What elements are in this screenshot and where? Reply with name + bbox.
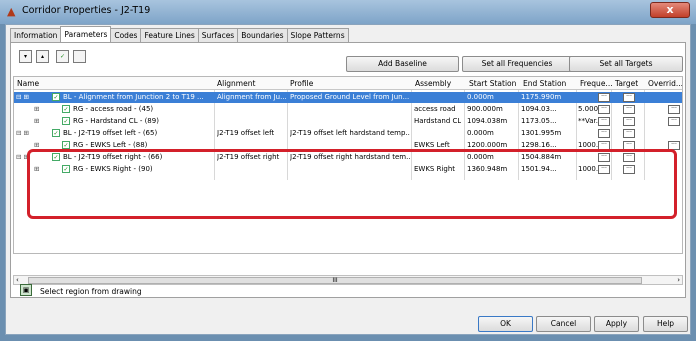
tree-node-icon[interactable]: ⊟ ⊞ xyxy=(16,93,29,101)
target-edit-button[interactable]: ··· xyxy=(623,117,635,126)
cell-end-station: 1094.03... xyxy=(521,105,557,113)
cell-name: BL - J2-T19 offset left - (65) xyxy=(63,129,158,137)
cell-end-station: 1175.990m xyxy=(521,93,562,101)
grid-header: Name Alignment Profile Assembly Start St… xyxy=(14,77,682,90)
frequency-edit-button[interactable]: ··· xyxy=(598,105,610,114)
check-all-icon[interactable]: ✓ xyxy=(56,50,69,63)
highlight-box xyxy=(27,149,677,219)
close-button[interactable]: x xyxy=(650,2,690,18)
cancel-button[interactable]: Cancel xyxy=(536,316,591,332)
scroll-right-icon[interactable]: › xyxy=(677,276,680,284)
cell-end-station: 1173.05... xyxy=(521,117,557,125)
tree-node-icon[interactable]: ⊟ ⊞ xyxy=(16,129,29,137)
corridor-properties-window: ▲ Corridor Properties - J2-T19 x Informa… xyxy=(0,0,696,341)
help-button[interactable]: Help xyxy=(643,316,688,332)
cell-start-station: 900.000m xyxy=(467,105,503,113)
tab-slope-patterns[interactable]: Slope Patterns xyxy=(286,28,349,42)
title-bar[interactable]: ▲ Corridor Properties - J2-T19 x xyxy=(0,0,696,24)
frequency-edit-button[interactable]: ··· xyxy=(598,129,610,138)
region-tree-icon: ⊞ xyxy=(34,105,40,113)
cell-name: BL - Alignment from Junction 2 to T19 ..… xyxy=(63,93,204,101)
tab-feature-lines[interactable]: Feature Lines xyxy=(140,28,199,42)
table-row[interactable]: ⊞ ✓ RG - access road - (45) access road … xyxy=(14,104,682,115)
scroll-thumb[interactable]: III xyxy=(28,277,642,284)
table-row[interactable]: ⊟ ⊞ ✓ BL - J2-T19 offset left - (65) J2-… xyxy=(14,128,682,139)
col-assembly[interactable]: Assembly xyxy=(415,79,451,88)
tab-parameters[interactable]: Parameters xyxy=(60,26,112,42)
override-edit-button[interactable]: ··· xyxy=(668,105,680,114)
tab-surfaces[interactable]: Surfaces xyxy=(197,28,239,42)
cell-alignment: Alignment from Ju... xyxy=(217,93,287,101)
cell-start-station: 0.000m xyxy=(467,93,494,101)
tab-codes[interactable]: Codes xyxy=(110,28,142,42)
target-edit-button[interactable]: ··· xyxy=(623,93,635,102)
col-override[interactable]: Overrid... xyxy=(648,79,682,88)
table-row[interactable]: ⊞ ✓ RG - Hardstand CL - (89) Hardstand C… xyxy=(14,116,682,127)
cell-start-station: 0.000m xyxy=(467,129,494,137)
window-title: Corridor Properties - J2-T19 xyxy=(22,5,151,16)
horizontal-scrollbar[interactable]: ‹ III › xyxy=(13,275,683,285)
enable-checkbox[interactable]: ✓ xyxy=(62,117,70,125)
cell-name: RG - access road - (45) xyxy=(73,105,154,113)
collapse-all-icon[interactable]: ▴ xyxy=(36,50,49,63)
cell-alignment: J2-T19 offset left xyxy=(217,129,275,137)
cell-profile: J2-T19 offset left hardstand temp... xyxy=(290,129,410,137)
col-name[interactable]: Name xyxy=(17,79,39,88)
tab-information[interactable]: Information xyxy=(10,28,62,42)
tab-strip: Information Parameters Codes Feature Lin… xyxy=(10,26,349,43)
enable-checkbox[interactable]: ✓ xyxy=(52,129,60,137)
ok-button[interactable]: OK xyxy=(478,316,533,332)
select-region-label: Select region from drawing xyxy=(40,287,142,296)
frequency-edit-button[interactable]: ··· xyxy=(598,117,610,126)
tab-boundaries[interactable]: Boundaries xyxy=(237,28,288,42)
parameters-panel: ▾ ▴ ✓ Add Baseline Set all Frequencies S… xyxy=(10,42,686,298)
enable-checkbox[interactable]: ✓ xyxy=(52,93,60,101)
col-frequency[interactable]: Freque... xyxy=(580,79,613,88)
table-row[interactable]: ⊟ ⊞ ✓ BL - Alignment from Junction 2 to … xyxy=(14,92,682,103)
apply-button[interactable]: Apply xyxy=(594,316,639,332)
col-profile[interactable]: Profile xyxy=(290,79,313,88)
cell-end-station: 1298.16... xyxy=(521,141,557,149)
enable-checkbox[interactable]: ✓ xyxy=(62,105,70,113)
cell-name: RG - Hardstand CL - (89) xyxy=(73,117,159,125)
cell-assembly: Hardstand CL xyxy=(414,117,462,125)
cell-assembly: access road xyxy=(414,105,456,113)
app-icon: ▲ xyxy=(7,5,16,18)
region-tree-icon: ⊞ xyxy=(34,117,40,125)
override-edit-button[interactable]: ··· xyxy=(668,117,680,126)
cell-end-station: 1301.995m xyxy=(521,129,562,137)
uncheck-all-icon[interactable] xyxy=(73,50,86,63)
col-end-station[interactable]: End Station xyxy=(523,79,566,88)
enable-checkbox[interactable]: ✓ xyxy=(62,141,70,149)
target-edit-button[interactable]: ··· xyxy=(623,105,635,114)
set-all-frequencies-button[interactable]: Set all Frequencies xyxy=(462,56,572,72)
col-start-station[interactable]: Start Station xyxy=(469,79,516,88)
col-target[interactable]: Target xyxy=(615,79,638,88)
scroll-left-icon[interactable]: ‹ xyxy=(16,276,19,284)
cell-profile: Proposed Ground Level from Jun... xyxy=(290,93,410,101)
cell-name: RG - EWKS Left - (88) xyxy=(73,141,148,149)
region-tree-icon: ⊞ xyxy=(34,141,40,149)
cell-start-station: 1200.000m xyxy=(467,141,508,149)
select-region-icon[interactable]: ▣ xyxy=(20,284,32,296)
col-alignment[interactable]: Alignment xyxy=(217,79,255,88)
add-baseline-button[interactable]: Add Baseline xyxy=(346,56,459,72)
set-all-targets-button[interactable]: Set all Targets xyxy=(569,56,683,72)
target-edit-button[interactable]: ··· xyxy=(623,129,635,138)
expand-all-icon[interactable]: ▾ xyxy=(19,50,32,63)
frequency-edit-button[interactable]: ··· xyxy=(598,93,610,102)
cell-start-station: 1094.038m xyxy=(467,117,508,125)
cell-assembly: EWKS Left xyxy=(414,141,450,149)
